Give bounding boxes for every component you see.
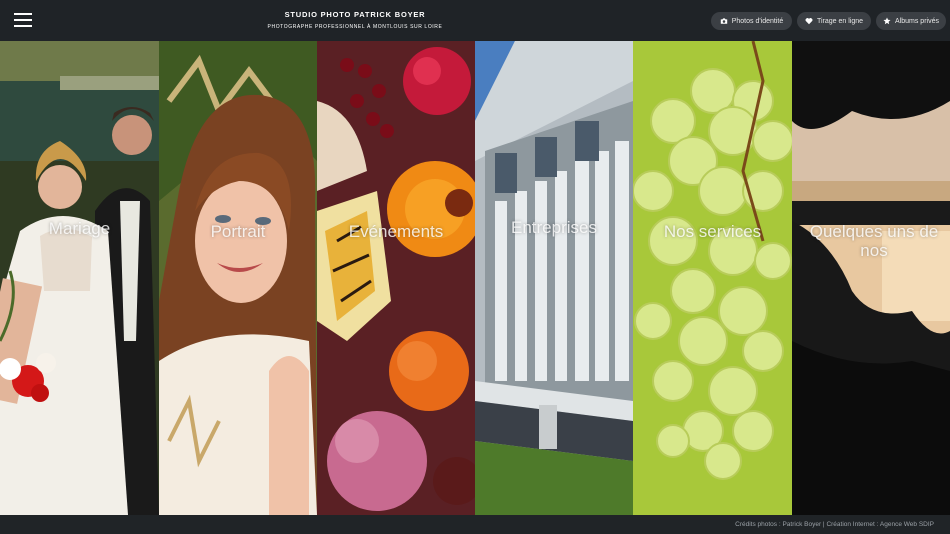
site-title[interactable]: STUDIO PHOTO PATRICK BOYER xyxy=(255,10,455,19)
site-header: STUDIO PHOTO PATRICK BOYER PHOTOGRAPHE P… xyxy=(0,0,950,41)
panel-wedding[interactable]: Mariage xyxy=(0,41,159,515)
site-footer: Crédits photos : Patrick Boyer | Créatio… xyxy=(0,515,950,534)
panel-references[interactable]: Quelques uns de nos xyxy=(792,41,950,515)
panel-label-wedding: Mariage xyxy=(48,219,111,238)
online-print-button[interactable]: Tirage en ligne xyxy=(797,12,871,30)
panel-label-services: Nos services xyxy=(663,222,762,241)
online-print-label: Tirage en ligne xyxy=(816,17,864,25)
panel-services[interactable]: Nos services xyxy=(633,41,792,515)
heart-icon xyxy=(805,18,813,25)
events-photo xyxy=(317,41,475,515)
category-panels: Mariage Portrait Evénements Entreprises … xyxy=(0,41,950,515)
references-photo xyxy=(792,41,950,515)
panel-label-references: Quelques uns de nos xyxy=(809,222,939,260)
hamburger-menu-icon[interactable] xyxy=(14,12,32,28)
creation-label: Création Internet xyxy=(826,521,875,528)
id-photos-label: Photos d'identité xyxy=(731,17,784,25)
panel-label-business: Entreprises xyxy=(511,218,597,237)
wedding-photo xyxy=(0,41,159,515)
private-albums-button[interactable]: Albums privés xyxy=(876,12,946,30)
portrait-photo xyxy=(159,41,317,515)
services-photo xyxy=(633,41,792,515)
credits-label: Crédits photos xyxy=(735,521,778,528)
business-photo xyxy=(475,41,633,515)
private-albums-label: Albums privés xyxy=(895,17,939,25)
panel-portrait[interactable]: Portrait xyxy=(159,41,317,515)
panel-label-portrait: Portrait xyxy=(210,222,266,241)
id-photos-button[interactable]: Photos d'identité xyxy=(711,12,792,30)
panel-label-events: Evénements xyxy=(348,222,444,241)
panel-events[interactable]: Evénements xyxy=(317,41,475,515)
star-icon xyxy=(883,17,891,25)
site-subtitle: PHOTOGRAPHE PROFESSIONNEL À MONTLOUIS SU… xyxy=(267,24,443,30)
credits-name[interactable]: Patrick Boyer xyxy=(782,521,821,528)
site-brand[interactable]: STUDIO PHOTO PATRICK BOYER PHOTOGRAPHE P… xyxy=(255,10,455,30)
agency-link[interactable]: Agence Web SDIP xyxy=(880,521,934,528)
camera-icon xyxy=(720,18,727,24)
footer-credits: Crédits photos : Patrick Boyer | Créatio… xyxy=(735,521,934,528)
panel-business[interactable]: Entreprises xyxy=(475,41,633,515)
